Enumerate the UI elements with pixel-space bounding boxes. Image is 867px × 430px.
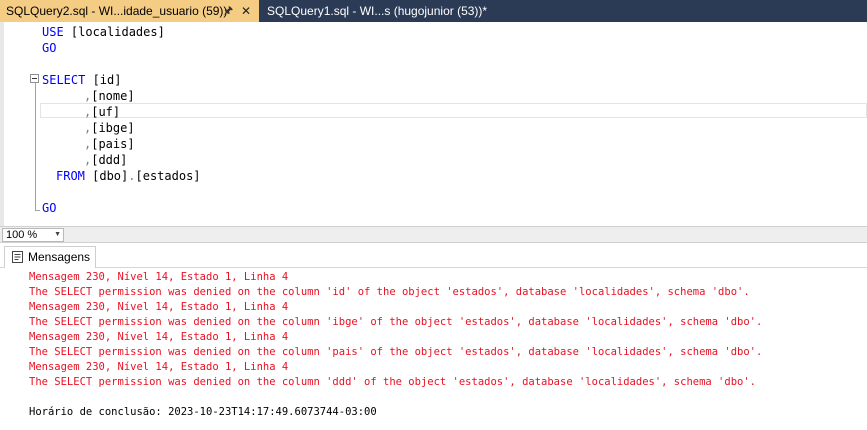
tab-title: SQLQuery1.sql - WI...s (hugojunior (53))… [267,4,488,18]
close-icon[interactable]: ✕ [241,0,251,22]
code-line-2: GO [42,41,57,55]
messages-icon [12,251,23,263]
messages-pane[interactable]: Mensagem 230, Nível 14, Estado 1, Linha … [0,268,867,430]
code-line-8: ,[pais] [84,137,135,151]
message-line: The SELECT permission was denied on the … [29,346,763,358]
message-line: The SELECT permission was denied on the … [29,376,756,388]
collapse-icon[interactable] [30,74,39,83]
completion-time: Horário de conclusão: 2023-10-23T14:17:4… [29,406,377,418]
document-tab-strip: SQLQuery2.sql - WI...idade_usuario (59))… [0,0,867,22]
code-line-12: GO [42,201,57,215]
zoom-bar: 100 % ▼ [0,226,867,243]
chevron-down-icon[interactable]: ▼ [54,229,61,241]
tab-sqlquery2[interactable]: SQLQuery2.sql - WI...idade_usuario (59))… [0,0,259,22]
tab-title: SQLQuery2.sql - WI...idade_usuario (59)) [6,4,228,18]
code-line-1: USE [localidades] [42,25,165,39]
outline-guide [35,81,36,210]
message-line: The SELECT permission was denied on the … [29,286,750,298]
tab-mensagens[interactable]: Mensagens [4,246,96,268]
message-line: Mensagem 230, Nível 14, Estado 1, Linha … [29,331,289,343]
results-tab-strip: Mensagens [0,243,867,268]
current-line-highlight [40,103,867,118]
code-line-7: ,[ibge] [84,121,135,135]
zoom-value: 100 % [6,229,38,241]
zoom-select[interactable]: 100 % ▼ [2,228,64,242]
message-line: Mensagem 230, Nível 14, Estado 1, Linha … [29,271,289,283]
tab-sqlquery1[interactable]: SQLQuery1.sql - WI...s (hugojunior (53))… [261,0,491,22]
editor-margin [0,22,4,226]
code-line-10: FROM [dbo].[estados] [56,169,201,183]
outline-end [35,210,40,211]
code-line-9: ,[ddd] [84,153,128,167]
tab-label: Mensagens [28,250,91,264]
code-line-4: SELECT [id] [42,73,122,87]
code-line-6: ,[uf] [84,105,121,119]
message-line: Mensagem 230, Nível 14, Estado 1, Linha … [29,301,289,313]
query-editor[interactable]: USE [localidades] GO SELECT [id] ,[nome]… [0,22,867,226]
message-line: The SELECT permission was denied on the … [29,316,763,328]
message-line: Mensagem 230, Nível 14, Estado 1, Linha … [29,361,289,373]
pin-icon[interactable]: 🖈 [223,0,233,22]
code-line-5: ,[nome] [84,89,135,103]
